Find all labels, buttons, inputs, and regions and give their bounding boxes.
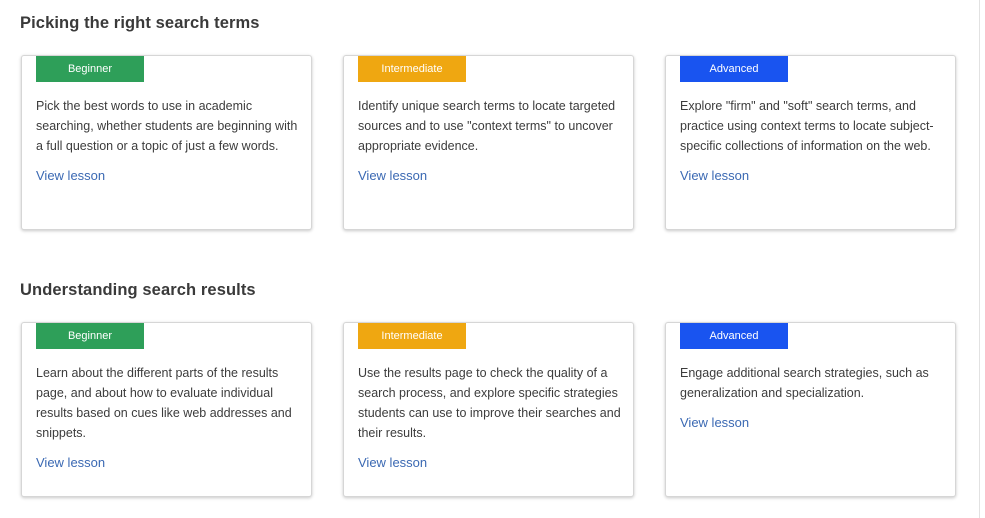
lesson-card-advanced: Advanced Explore "firm" and "soft" searc… — [665, 55, 956, 230]
lesson-description-text: Identify unique search terms to locate t… — [358, 99, 616, 153]
view-lesson-link[interactable]: View lesson — [358, 166, 626, 186]
view-lesson-link[interactable]: View lesson — [36, 453, 304, 473]
lesson-description: Learn about the different parts of the r… — [36, 363, 304, 473]
lesson-card-intermediate: Intermediate Use the results page to che… — [343, 322, 634, 497]
level-badge-advanced: Advanced — [680, 56, 788, 82]
lesson-description-text: Learn about the different parts of the r… — [36, 366, 292, 440]
lesson-card-beginner: Beginner Pick the best words to use in a… — [21, 55, 312, 230]
level-badge-beginner: Beginner — [36, 56, 144, 82]
level-badge-intermediate: Intermediate — [358, 323, 466, 349]
lesson-card-intermediate: Intermediate Identify unique search term… — [343, 55, 634, 230]
section-title: Understanding search results — [20, 281, 256, 299]
lesson-card-advanced: Advanced Engage additional search strate… — [665, 322, 956, 497]
view-lesson-link[interactable]: View lesson — [358, 453, 626, 473]
lesson-description: Use the results page to check the qualit… — [358, 363, 626, 473]
section-title: Picking the right search terms — [20, 14, 260, 32]
lesson-description: Identify unique search terms to locate t… — [358, 96, 626, 186]
page-divider — [979, 0, 980, 518]
lesson-description-text: Engage additional search strategies, suc… — [680, 366, 929, 400]
view-lesson-link[interactable]: View lesson — [680, 166, 948, 186]
view-lesson-link[interactable]: View lesson — [36, 166, 304, 186]
level-badge-intermediate: Intermediate — [358, 56, 466, 82]
level-badge-beginner: Beginner — [36, 323, 144, 349]
lesson-description: Explore "firm" and "soft" search terms, … — [680, 96, 948, 186]
lesson-description-text: Explore "firm" and "soft" search terms, … — [680, 99, 934, 153]
lesson-description: Engage additional search strategies, suc… — [680, 363, 948, 433]
view-lesson-link[interactable]: View lesson — [680, 413, 948, 433]
lesson-description-text: Use the results page to check the qualit… — [358, 366, 621, 440]
lesson-card-beginner: Beginner Learn about the different parts… — [21, 322, 312, 497]
level-badge-advanced: Advanced — [680, 323, 788, 349]
lesson-description: Pick the best words to use in academic s… — [36, 96, 304, 186]
lesson-description-text: Pick the best words to use in academic s… — [36, 99, 298, 153]
